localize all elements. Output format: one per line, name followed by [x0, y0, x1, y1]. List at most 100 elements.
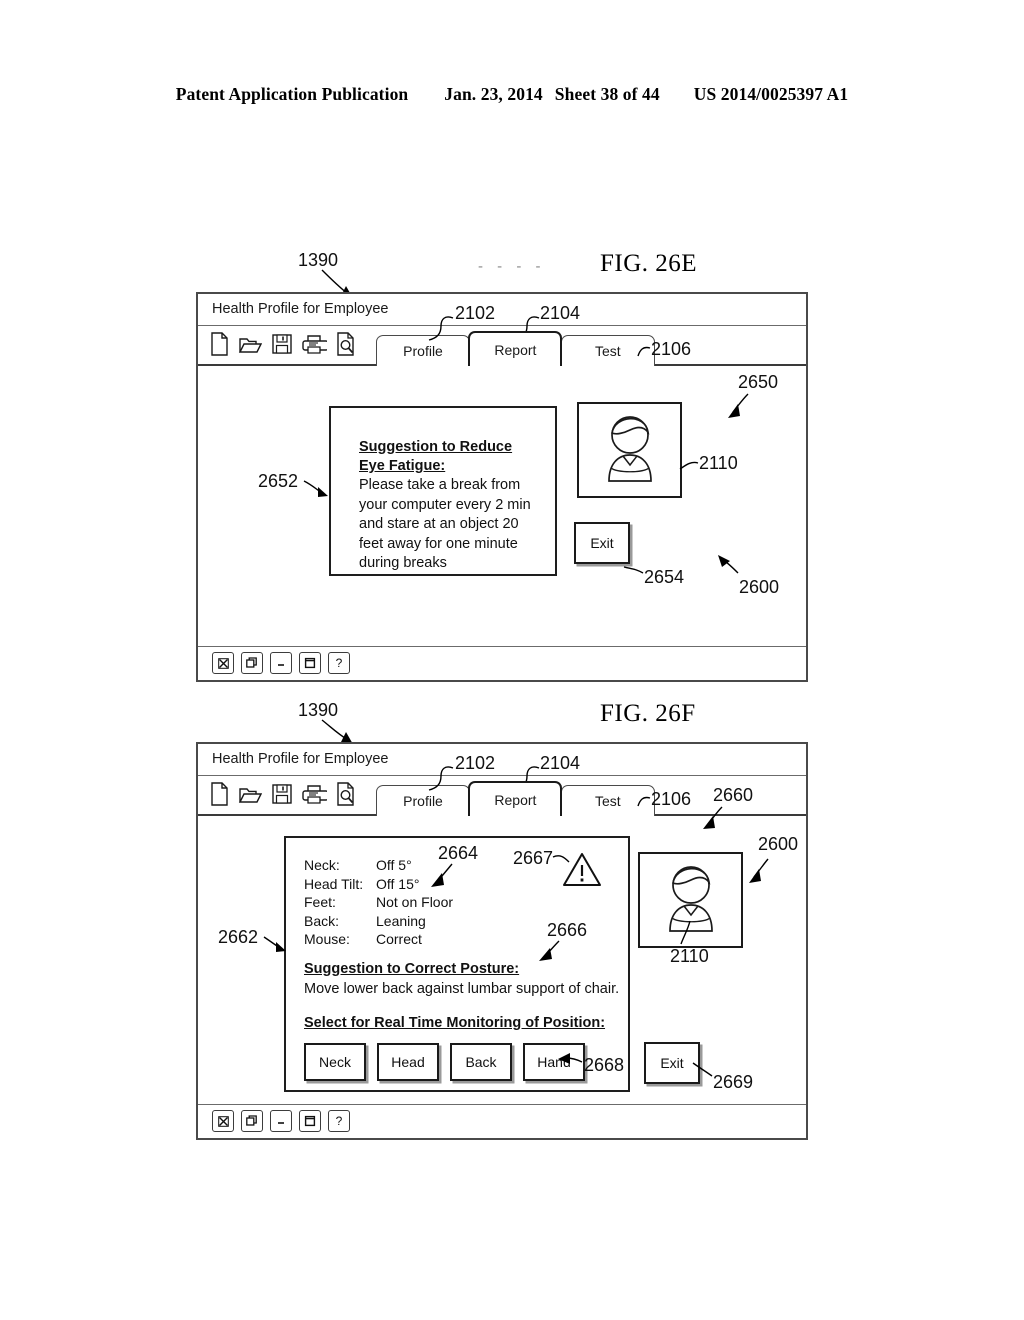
ref-2669-26f: 2669 — [713, 1072, 754, 1092]
save-floppy-icon[interactable] — [271, 782, 293, 806]
status-bar-26f: ? — [198, 1104, 806, 1138]
posture-row: Back: Leaning — [304, 912, 453, 931]
ref-2652-26e: 2652 — [258, 471, 299, 491]
posture-value: Correct — [376, 931, 422, 947]
posture-key: Head Tilt: — [304, 875, 364, 892]
tab-profile-label: Profile — [403, 343, 443, 359]
monitor-back-label: Back — [465, 1054, 497, 1070]
posture-suggestion-body: Move lower back against lumbar support o… — [304, 981, 620, 997]
exit-button-26f[interactable]: Exit — [644, 1042, 700, 1084]
tab-bar-26f: Profile Report Test — [376, 781, 655, 819]
ref-2660-26f: 2660 — [713, 785, 754, 805]
window-title-26f: Health Profile for Employee — [212, 751, 389, 767]
ref-2110-26e: 2110 — [699, 453, 738, 473]
help-icon[interactable]: ? — [328, 1110, 350, 1132]
ref-2104-26e: 2104 — [540, 303, 581, 323]
window-title-26e: Health Profile for Employee — [212, 301, 389, 317]
ref-2650-26e: 2650 — [738, 372, 779, 392]
posture-value: Leaning — [376, 912, 426, 929]
new-document-icon[interactable] — [210, 782, 229, 806]
report-data-box-26f: Neck: Off 5° Head Tilt: Off 15° Feet: No… — [284, 836, 630, 1092]
tab-test-26f[interactable]: Test — [560, 785, 655, 816]
exit-button-26e[interactable]: Exit — [574, 522, 630, 564]
restore-icon[interactable] — [241, 1110, 263, 1132]
ref-2102-26e: 2102 — [455, 303, 496, 323]
dotted-marker-fig26e: - - - - — [478, 258, 546, 275]
suggestion-title-26e: Suggestion to Reduce Eye Fatigue: — [359, 439, 513, 474]
ref-2600-26e: 2600 — [739, 577, 780, 597]
posture-value: Off 15° — [376, 875, 420, 892]
tab-test-label: Test — [594, 793, 621, 809]
status-bar-26e: ? — [198, 646, 806, 680]
monitor-back-button[interactable]: Back — [450, 1043, 512, 1081]
monitor-hand-button[interactable]: Hand — [523, 1043, 585, 1081]
open-folder-icon[interactable] — [238, 332, 262, 356]
open-folder-icon[interactable] — [238, 782, 262, 806]
page-header: Patent Application Publication Jan. 23, 2… — [0, 84, 1024, 105]
exit-button-label-26e: Exit — [590, 535, 614, 551]
tab-test-label: Test — [594, 343, 621, 359]
tab-profile-26f[interactable]: Profile — [376, 785, 470, 816]
figure-caption-26f: FIG. 26F — [600, 700, 696, 727]
maximize-icon[interactable] — [299, 652, 321, 674]
minimize-icon[interactable] — [270, 1110, 292, 1132]
posture-row: Head Tilt: Off 15° — [304, 875, 453, 894]
minimize-icon[interactable] — [270, 652, 292, 674]
ref-2106-26e: 2106 — [651, 339, 692, 359]
monitor-neck-label: Neck — [319, 1054, 351, 1070]
ref-1390-fig26e: 1390 — [298, 250, 339, 270]
restore-icon[interactable] — [241, 652, 263, 674]
posture-row: Neck: Off 5° — [304, 856, 453, 875]
tab-report-26f[interactable]: Report — [468, 781, 563, 819]
posture-key: Back: — [304, 912, 340, 929]
close-icon[interactable] — [212, 1110, 234, 1132]
ref-2654-26e: 2654 — [644, 567, 685, 587]
print-icon[interactable] — [302, 332, 327, 356]
ref-1390-fig26f: 1390 — [298, 700, 339, 720]
publication-label: Patent Application Publication — [175, 84, 409, 104]
avatar-box-26f — [638, 852, 743, 948]
ref-2102-26f: 2102 — [455, 753, 496, 773]
monitoring-button-row: Neck Head Back Hand — [304, 1043, 585, 1081]
posture-list: Neck: Off 5° Head Tilt: Off 15° Feet: No… — [304, 856, 453, 949]
ref-2106-26f: 2106 — [651, 789, 692, 809]
monitor-head-button[interactable]: Head — [377, 1043, 439, 1081]
monitor-neck-button[interactable]: Neck — [304, 1043, 366, 1081]
tab-profile-26e[interactable]: Profile — [376, 335, 470, 366]
publication-date: Jan. 23, 2014 — [444, 84, 543, 104]
posture-suggestion-title: Suggestion to Correct Posture: — [304, 960, 519, 979]
tab-report-26e[interactable]: Report — [468, 331, 563, 369]
ref-2110-26f: 2110 — [670, 946, 709, 966]
figure-caption-26e: FIG. 26E — [600, 250, 698, 277]
save-floppy-icon[interactable] — [271, 332, 293, 356]
ref-2668-26f: 2668 — [584, 1055, 625, 1075]
print-preview-icon[interactable] — [336, 782, 356, 806]
monitor-hand-label: Hand — [537, 1054, 571, 1070]
posture-value: Off 5° — [376, 857, 412, 873]
patent-number: US 2014/0025397 A1 — [693, 84, 849, 104]
title-bar-26e: Health Profile for Employee — [198, 294, 806, 326]
posture-suggestion-title-text: Suggestion to Correct Posture: — [304, 961, 520, 977]
posture-row: Mouse: Correct — [304, 930, 453, 949]
avatar-person-icon — [597, 411, 663, 490]
tab-test-26e[interactable]: Test — [560, 335, 655, 366]
ref-2104-26f: 2104 — [540, 753, 581, 773]
print-preview-icon[interactable] — [336, 332, 356, 356]
monitoring-title: Select for Real Time Monitoring of Posit… — [304, 1014, 605, 1033]
ref-2667-26f: 2667 — [513, 848, 554, 868]
help-icon[interactable]: ? — [328, 652, 350, 674]
maximize-icon[interactable] — [299, 1110, 321, 1132]
posture-key: Mouse: — [304, 931, 350, 947]
print-icon[interactable] — [302, 782, 327, 806]
ref-2600-26f: 2600 — [758, 834, 799, 854]
tab-report-label: Report — [494, 341, 537, 358]
close-icon[interactable] — [212, 652, 234, 674]
new-document-icon[interactable] — [210, 332, 229, 356]
tab-report-label: Report — [494, 791, 537, 808]
monitor-head-label: Head — [391, 1054, 425, 1070]
avatar-person-icon — [658, 861, 724, 940]
ref-2664-26f: 2664 — [438, 843, 479, 863]
warning-triangle-icon — [562, 852, 602, 893]
ref-2662-26f: 2662 — [218, 927, 259, 947]
posture-key: Feet: — [304, 894, 336, 910]
